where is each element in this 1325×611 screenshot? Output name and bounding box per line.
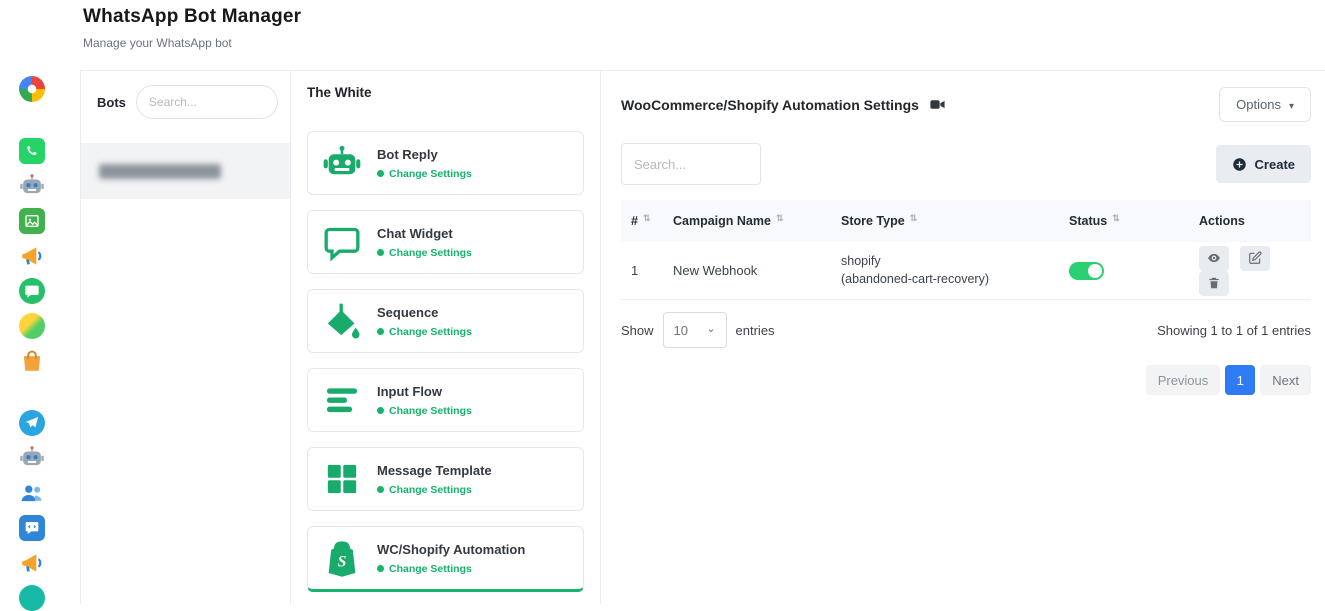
sort-icon[interactable] [910,210,918,224]
telegram-bot-icon[interactable] [19,445,45,471]
video-tutorial-icon[interactable] [929,96,946,113]
column-header-campaign-name[interactable]: Campaign Name [663,214,831,228]
bots-label: Bots [97,95,126,110]
cell-status [1059,262,1189,280]
content-area: Bots The White Bot Reply Change Settings [80,70,1325,604]
automations-table: # Campaign Name Store Type Status Action… [621,200,1311,300]
column-header-actions: Actions [1189,214,1311,228]
chat-automation-icon[interactable] [19,515,45,541]
status-dot-icon [377,486,384,493]
paint-fill-icon [320,299,364,343]
edit-icon [1248,251,1262,265]
bots-search-input[interactable] [136,85,278,119]
cell-actions [1189,246,1311,296]
page-header: WhatsApp Bot Manager Manage your WhatsAp… [83,6,301,50]
partial-bottom-icon[interactable] [19,585,45,611]
change-settings-link[interactable]: Change Settings [377,247,472,259]
show-label: Show [621,323,654,338]
status-dot-icon [377,249,384,256]
whatsapp-icon[interactable] [19,138,45,164]
bars-icon [320,378,364,422]
table-search-input[interactable] [621,143,761,185]
page-subtitle: Manage your WhatsApp bot [83,36,301,50]
sort-icon[interactable] [1112,210,1120,224]
feature-card-title: Chat Widget [377,226,472,241]
status-dot-icon [377,407,384,414]
feature-card-title: Bot Reply [377,147,472,162]
feature-card-title: WC/Shopify Automation [377,542,525,557]
feature-card-title: Sequence [377,305,472,320]
change-settings-link[interactable]: Change Settings [377,563,525,575]
gallery-icon[interactable] [19,208,45,234]
feature-card-message-template[interactable]: Message Template Change Settings [307,447,584,511]
delete-button[interactable] [1199,271,1229,296]
chevron-down-icon [706,323,715,338]
previous-page-button[interactable]: Previous [1146,365,1221,395]
grid-icon [320,457,364,501]
next-page-button[interactable]: Next [1260,365,1311,395]
chevron-down-icon [1289,97,1294,112]
feature-card-title: Input Flow [377,384,472,399]
sort-icon[interactable] [643,210,651,224]
selected-bot-name: The White [307,85,584,100]
column-header-store-type[interactable]: Store Type [831,214,1059,228]
column-header-status[interactable]: Status [1059,214,1189,228]
shopify-bag-icon: S [320,536,364,580]
feature-card-chat-widget[interactable]: Chat Widget Change Settings [307,210,584,274]
cell-index: 1 [621,263,663,278]
change-settings-link[interactable]: Change Settings [377,326,472,338]
telegram-icon[interactable] [19,410,45,436]
column-header-index[interactable]: # [621,214,663,228]
status-dot-icon [377,328,384,335]
feature-card-title: Message Template [377,463,492,478]
app-logo-icon[interactable] [19,76,45,102]
page-title: WhatsApp Bot Manager [83,6,301,28]
page-1-button[interactable]: 1 [1225,365,1255,395]
edit-button[interactable] [1240,246,1270,271]
automation-settings-panel: WooCommerce/Shopify Automation Settings … [601,71,1325,604]
whatsapp-bot-icon[interactable] [19,173,45,199]
bot-name-redacted [99,164,221,179]
cell-campaign-name: New Webhook [663,263,831,278]
change-settings-link[interactable]: Change Settings [377,484,492,496]
table-row: 1 New Webhook shopify (abandoned-cart-re… [621,242,1311,300]
bots-panel: Bots [81,71,291,604]
table-header-row: # Campaign Name Store Type Status Action… [621,200,1311,242]
status-dot-icon [377,170,384,177]
feature-card-sequence[interactable]: Sequence Change Settings [307,289,584,353]
status-toggle[interactable] [1069,262,1104,280]
view-button[interactable] [1199,246,1229,271]
feature-card-bot-reply[interactable]: Bot Reply Change Settings [307,131,584,195]
parrot-icon[interactable] [19,313,45,339]
trash-icon [1207,276,1221,290]
page-size-select[interactable]: 10 [663,312,727,348]
svg-text:S: S [338,553,347,570]
change-settings-link[interactable]: Change Settings [377,168,472,180]
eye-icon [1207,251,1221,265]
feature-card-input-flow[interactable]: Input Flow Change Settings [307,368,584,432]
change-settings-link[interactable]: Change Settings [377,405,472,417]
bot-features-panel: The White Bot Reply Change Settings [291,71,601,604]
plus-circle-icon [1232,157,1247,172]
campaign-megaphone-icon[interactable] [19,243,45,269]
settings-title: WooCommerce/Shopify Automation Settings [621,97,919,113]
robot-icon [320,141,364,185]
showing-entries-text: Showing 1 to 1 of 1 entries [1157,323,1311,338]
messenger-chat-icon[interactable] [19,278,45,304]
entries-label: entries [736,323,775,338]
cell-store-type: shopify (abandoned-cart-recovery) [831,253,1059,288]
sort-icon[interactable] [776,210,784,224]
pagination: Previous 1 Next [621,365,1311,395]
user-groups-icon[interactable] [19,480,45,506]
status-dot-icon [377,565,384,572]
feature-card-wc-shopify-automation[interactable]: S WC/Shopify Automation Change Settings [307,526,584,592]
create-button[interactable]: Create [1216,145,1311,183]
telegram-campaign-icon[interactable] [19,550,45,576]
app-icon-rail [0,0,64,604]
chat-bubble-icon [320,220,364,264]
bot-list-item[interactable] [81,143,290,199]
shopping-bag-icon[interactable] [19,348,45,374]
options-button[interactable]: Options [1219,87,1311,122]
